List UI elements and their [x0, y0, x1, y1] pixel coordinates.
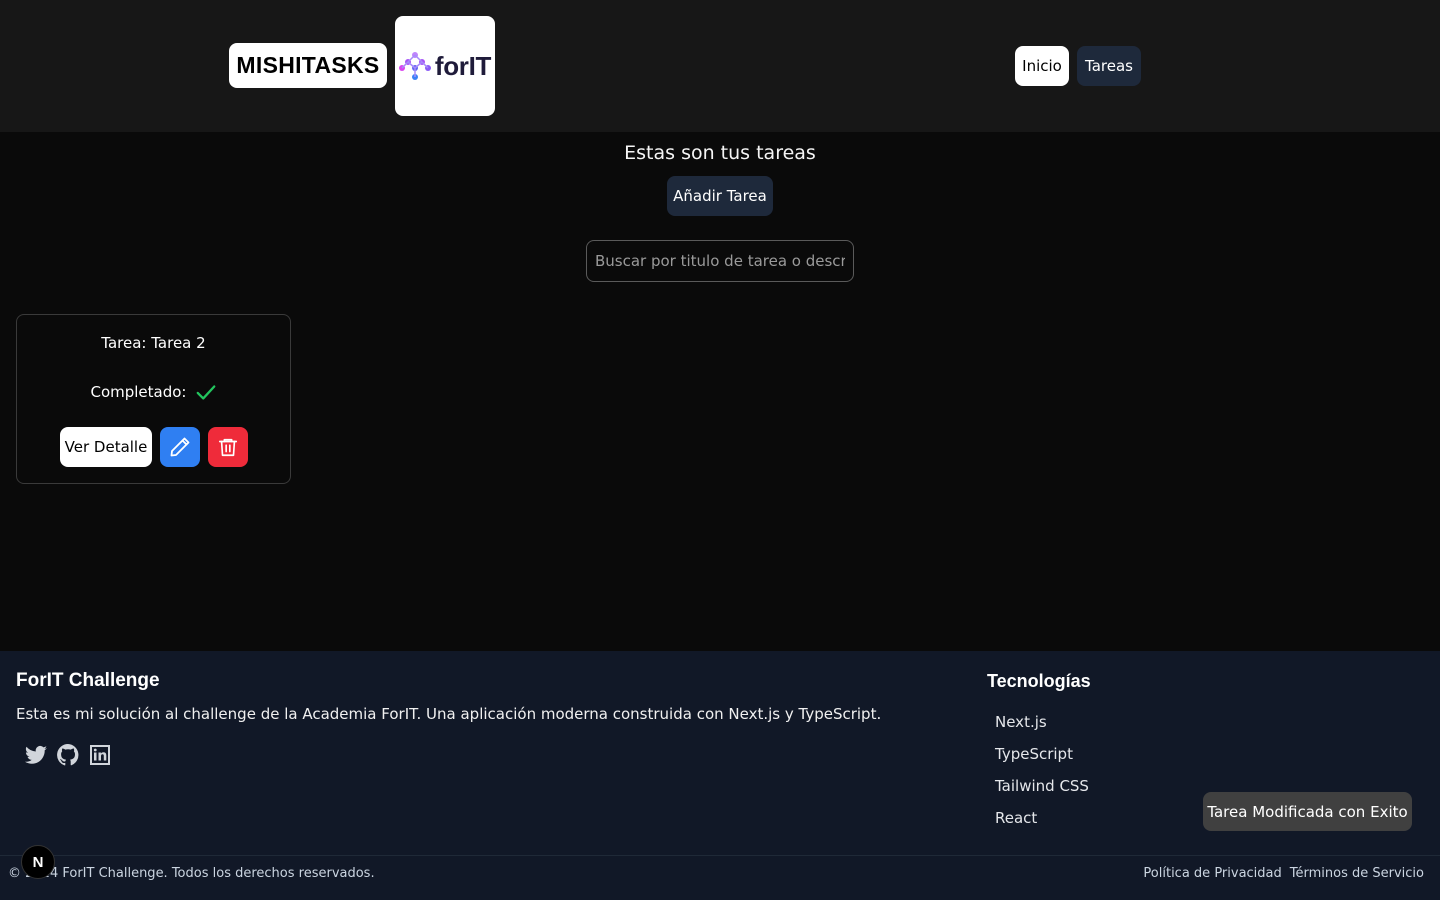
legal-links: Política de Privacidad Términos de Servi…: [1143, 866, 1424, 881]
view-detail-button[interactable]: Ver Detalle: [60, 427, 152, 467]
top-header: MISHITASKS forIT Inicio Tareas: [0, 0, 1440, 132]
site-footer: ForIT Challenge Esta es mi solución al c…: [0, 651, 1440, 900]
technologies-list: Next.js TypeScript Tailwind CSS React: [995, 711, 1089, 839]
edit-task-button[interactable]: [160, 427, 200, 467]
task-card: Tarea: Tarea 2 Completado: Ver Detalle: [16, 314, 291, 484]
social-links: [24, 743, 112, 767]
copyright-text: © 2024 ForIT Challenge. Todos los derech…: [8, 866, 375, 881]
forit-logo[interactable]: forIT: [395, 16, 495, 116]
footer-divider: [0, 855, 1440, 856]
nextjs-dev-badge[interactable]: N: [21, 845, 55, 879]
terms-of-service-link[interactable]: Términos de Servicio: [1290, 866, 1424, 881]
check-icon: [196, 385, 215, 400]
footer-description: Esta es mi solución al challenge de la A…: [16, 705, 882, 723]
task-status: Completado:: [17, 381, 290, 403]
delete-task-button[interactable]: [208, 427, 248, 467]
linkedin-icon[interactable]: [88, 743, 112, 767]
add-task-button[interactable]: Añadir Tarea: [667, 176, 773, 216]
page-title: Estas son tus tareas: [624, 142, 816, 164]
tech-item-react[interactable]: React: [995, 807, 1089, 839]
task-actions: Ver Detalle: [60, 427, 248, 467]
trash-icon: [218, 438, 238, 457]
task-status-label: Completado:: [90, 383, 187, 401]
privacy-policy-link[interactable]: Política de Privacidad: [1143, 866, 1281, 881]
task-title: Tarea: Tarea 2: [101, 334, 206, 352]
forit-logo-icon: [398, 52, 431, 80]
tech-item-typescript[interactable]: TypeScript: [995, 743, 1089, 775]
pencil-icon: [170, 437, 190, 457]
github-icon[interactable]: [56, 743, 80, 767]
search-input[interactable]: [586, 240, 854, 282]
technologies-title: Tecnologías: [987, 671, 1091, 691]
success-toast: Tarea Modificada con Exito: [1203, 792, 1412, 831]
nav-inicio-button[interactable]: Inicio: [1015, 46, 1069, 86]
logo-text: forIT: [434, 50, 492, 81]
tech-item-nextjs[interactable]: Next.js: [995, 711, 1089, 743]
nav-tareas-button[interactable]: Tareas: [1077, 46, 1141, 86]
tech-item-tailwind[interactable]: Tailwind CSS: [995, 775, 1089, 807]
brand-name[interactable]: MISHITASKS: [229, 43, 387, 88]
footer-title: ForIT Challenge: [16, 670, 160, 691]
twitter-icon[interactable]: [24, 743, 48, 767]
